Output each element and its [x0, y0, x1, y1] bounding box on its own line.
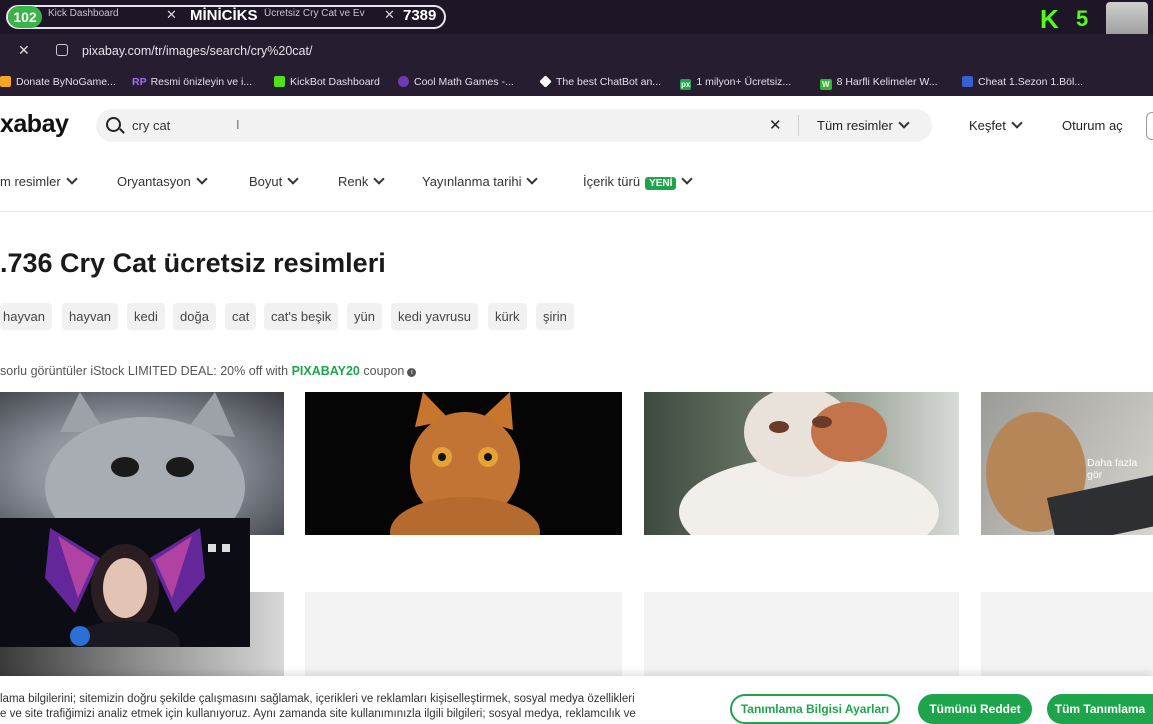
bookmark-favicon-icon: px — [680, 79, 692, 90]
overlay-count: 5 — [1076, 6, 1089, 31]
cookie-consent-bar: lama bilgilerini; sitemizin doğru şekild… — [0, 676, 1153, 724]
related-tag[interactable]: doğa — [173, 303, 216, 330]
upload-button[interactable] — [1146, 112, 1153, 140]
address-bar: ✕ pixabay.com/tr/images/search/cry%20cat… — [0, 34, 1153, 68]
filter-published-date[interactable]: Yayınlanma tarihi — [422, 173, 539, 189]
chevron-down-icon — [287, 173, 299, 185]
close-icon[interactable]: ✕ — [384, 7, 395, 23]
filter-color[interactable]: Renk — [338, 173, 386, 189]
close-icon[interactable]: ✕ — [166, 7, 177, 23]
kick-logo-icon: K — [1040, 4, 1059, 34]
bookmark-item[interactable]: KickBot Dashboard — [274, 76, 380, 88]
tab-count-badge[interactable]: 102 — [8, 6, 42, 28]
chevron-down-icon — [196, 173, 208, 185]
bookmark-favicon-icon — [274, 76, 285, 87]
tab-counter: 7389 — [403, 7, 437, 24]
chevron-down-icon — [681, 173, 694, 185]
search-icon — [106, 117, 121, 132]
chevron-down-icon — [373, 173, 386, 185]
kitten-illustration — [45, 392, 245, 535]
webcam-overlay — [0, 518, 250, 665]
filter-media-type[interactable]: m resimler — [0, 173, 78, 189]
pixabay-logo[interactable]: xabay — [0, 110, 69, 139]
bookmark-item[interactable]: px 1 milyon+ Ücretsiz... — [680, 76, 791, 90]
chevron-down-icon — [66, 173, 78, 185]
search-divider — [798, 115, 799, 136]
browser-tab-bar: 102 Kick Dashboard ✕ MİNİCİKS Ücretsiz C… — [0, 0, 1153, 46]
related-tag[interactable]: kedi — [127, 303, 165, 330]
new-badge: YENİ — [645, 177, 677, 190]
related-tag[interactable]: kürk — [488, 303, 527, 330]
url-field[interactable]: pixabay.com/tr/images/search/cry%20cat/ — [82, 44, 312, 58]
photo-placeholder[interactable] — [305, 592, 622, 676]
cookie-text: lama bilgilerini; sitemizin doğru şekild… — [0, 693, 636, 720]
filter-size[interactable]: Boyut — [249, 173, 299, 189]
tab-miniciks[interactable]: MİNİCİKS — [190, 7, 258, 24]
bookmark-item[interactable]: The best ChatBot an... — [539, 75, 661, 88]
text-cursor-icon: I — [236, 117, 240, 132]
bookmark-item[interactable]: Cool Math Games -... — [398, 76, 514, 88]
nav-explore[interactable]: Keşfet — [969, 117, 1023, 133]
cat-illustration — [390, 392, 540, 535]
bookmark-favicon-icon: RP — [132, 76, 147, 88]
bookmark-favicon-icon — [539, 75, 552, 88]
bookmark-item[interactable]: RP Resmi önizleyin ve i... — [132, 76, 252, 88]
related-tag[interactable]: kedi yavrusu — [391, 303, 478, 330]
clear-search-icon[interactable]: ✕ — [769, 116, 782, 134]
related-tag[interactable]: hayvan — [0, 303, 52, 330]
streamer-webcam-image — [45, 528, 230, 665]
photo-gray-kitten[interactable] — [0, 392, 284, 535]
photo-placeholder[interactable] — [981, 592, 1153, 676]
related-tag[interactable]: yün — [347, 303, 382, 330]
chevron-down-icon — [898, 117, 910, 129]
stop-icon[interactable]: ✕ — [18, 42, 30, 59]
divider — [0, 211, 1153, 212]
bookmark-favicon-icon — [962, 76, 973, 87]
related-tag[interactable]: hayvan — [62, 303, 118, 330]
photo-orange-cat[interactable] — [305, 392, 622, 535]
search-input[interactable]: cry cat — [132, 118, 170, 133]
related-tag[interactable]: şirin — [536, 303, 574, 330]
filter-content-type[interactable]: İçerik türü YENİ — [583, 173, 694, 190]
bookmark-favicon-icon — [398, 76, 409, 87]
photo-cat-keyboard[interactable]: Daha fazla gör — [981, 392, 1153, 535]
related-tag[interactable]: cat — [225, 303, 257, 330]
search-type-select[interactable]: Tüm resimler — [817, 117, 910, 133]
search-box[interactable]: cry cat I ✕ Tüm resimler — [96, 109, 932, 142]
bookmark-favicon-icon: W — [820, 79, 832, 90]
nav-login[interactable]: Oturum aç — [1062, 118, 1123, 133]
filter-orientation[interactable]: Oryantasyon — [117, 173, 208, 189]
photo-persian-cat[interactable] — [644, 392, 959, 535]
sponsored-banner: sorlu görüntüler iStock LIMITED DEAL: 20… — [0, 364, 417, 378]
info-icon[interactable]: i — [407, 368, 417, 377]
bookmark-item[interactable]: Cheat 1.Sezon 1.Böl... — [962, 76, 1083, 88]
tab-kick-dashboard[interactable]: Kick Dashboard — [48, 8, 119, 19]
related-tag[interactable]: cat's beşik — [264, 303, 339, 330]
tab-pixabay[interactable]: Ücretsiz Cry Cat ve Ev — [264, 8, 372, 19]
chevron-down-icon — [526, 173, 539, 185]
see-more-link[interactable]: Daha fazla gör — [1087, 457, 1153, 481]
bookmarks-bar: Donate ByNoGame... RP Resmi önizleyin ve … — [0, 68, 1153, 96]
bookmark-favicon-icon — [0, 76, 11, 87]
coupon-code[interactable]: PIXABAY20 — [292, 364, 360, 378]
photo-placeholder[interactable] — [644, 592, 959, 676]
page-title: .736 Cry Cat ücretsiz resimleri — [0, 248, 386, 278]
cat-illustration — [679, 392, 939, 535]
site-settings-icon[interactable] — [56, 44, 68, 56]
bookmark-item[interactable]: W8 Harfli Kelimeler W... — [820, 76, 938, 90]
chevron-down-icon — [1011, 117, 1023, 129]
bookmark-item[interactable]: Donate ByNoGame... — [0, 76, 116, 88]
